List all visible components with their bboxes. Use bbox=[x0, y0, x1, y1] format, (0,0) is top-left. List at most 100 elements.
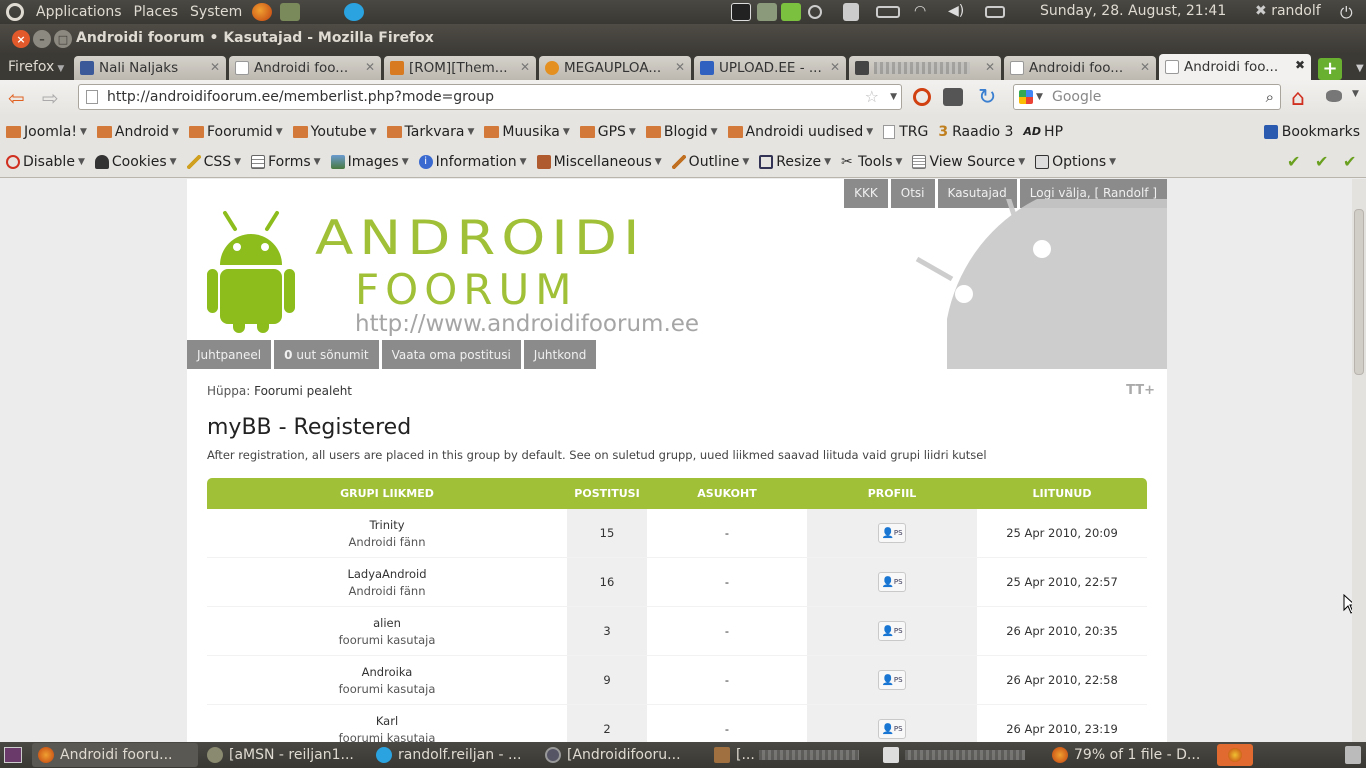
col-members[interactable]: GRUPI LIIKMED bbox=[207, 487, 567, 500]
dev-images-menu[interactable]: Images ▼ bbox=[325, 154, 413, 170]
android-icon[interactable] bbox=[943, 88, 963, 106]
close-tab-icon[interactable]: ✖ bbox=[1295, 58, 1305, 72]
url-bar[interactable]: http://androidifoorum.ee/memberlist.php?… bbox=[78, 84, 902, 110]
send-pm-button[interactable]: 👤 PS bbox=[878, 670, 906, 690]
own-posts-link[interactable]: Vaata oma postitusi bbox=[381, 340, 521, 369]
close-tab-icon[interactable]: ✕ bbox=[520, 60, 530, 74]
volume-icon[interactable]: ◀) bbox=[948, 3, 968, 21]
bookmark-folder-joomla[interactable]: Joomla! ▼ bbox=[0, 124, 91, 140]
home-icon[interactable]: ⌂ bbox=[1291, 86, 1305, 111]
tab-blurred[interactable]: ✕ bbox=[849, 56, 1001, 80]
envelope-icon[interactable] bbox=[985, 6, 1005, 18]
bookmark-raadio-3[interactable]: 3 Raadio 3 bbox=[932, 124, 1017, 140]
maximize-window-icon[interactable]: □ bbox=[54, 30, 72, 48]
send-pm-button[interactable]: 👤 PS bbox=[878, 572, 906, 592]
app-launcher-icon[interactable] bbox=[280, 3, 301, 21]
reload-icon[interactable]: ↻ bbox=[978, 85, 996, 110]
dev-disable-menu[interactable]: Disable ▼ bbox=[0, 154, 89, 170]
task-firefox[interactable]: Androidi fooru... bbox=[32, 743, 198, 767]
bookmark-folder-gps[interactable]: GPS ▼ bbox=[574, 124, 640, 140]
tab-megaupload[interactable]: MEGAUPLOA... ✕ bbox=[539, 56, 691, 80]
mail-icon[interactable] bbox=[731, 3, 751, 21]
clock[interactable]: Sunday, 28. August, 21:41 bbox=[1040, 3, 1226, 19]
search-box[interactable]: ▼ Google ⌕ bbox=[1013, 84, 1281, 110]
dev-outline-menu[interactable]: Outline ▼ bbox=[666, 154, 754, 170]
search-engine-dropdown-icon[interactable]: ▼ bbox=[1036, 85, 1043, 109]
firefox-workspace-button[interactable] bbox=[1217, 744, 1253, 766]
scrollbar-thumb[interactable] bbox=[1354, 209, 1364, 375]
col-posts[interactable]: POSTITUSI bbox=[567, 478, 647, 509]
task-blurred[interactable] bbox=[877, 743, 1043, 767]
close-tab-icon[interactable]: ✕ bbox=[985, 60, 995, 74]
dev-miscellaneous-menu[interactable]: Miscellaneous ▼ bbox=[531, 154, 666, 170]
bookmark-folder-youtube[interactable]: Youtube ▼ bbox=[287, 124, 381, 140]
validate-js-check-icon[interactable]: ✔ bbox=[1343, 152, 1356, 171]
firefox-menu-button[interactable]: Firefox ▼ bbox=[0, 56, 74, 80]
close-tab-icon[interactable]: ✕ bbox=[675, 60, 685, 74]
url-dropdown-icon[interactable]: ▼ bbox=[890, 85, 897, 109]
close-tab-icon[interactable]: ✕ bbox=[365, 60, 375, 74]
google-icon[interactable] bbox=[1019, 90, 1033, 104]
task-amsn[interactable]: [aMSN - reiljan1... bbox=[201, 743, 367, 767]
update-icon[interactable] bbox=[781, 3, 801, 21]
window-titlebar[interactable]: × – □ Androidi foorum • Kasutajad - Mozi… bbox=[0, 24, 1366, 54]
dev-resize-menu[interactable]: Resize ▼ bbox=[753, 154, 835, 170]
search-icon[interactable]: ⌕ bbox=[1266, 85, 1274, 109]
minimize-window-icon[interactable]: – bbox=[33, 30, 51, 48]
font-size-toggle-icon[interactable]: TT+ bbox=[1126, 383, 1155, 398]
show-desktop-icon[interactable] bbox=[4, 747, 22, 763]
firefox-launcher-icon[interactable] bbox=[252, 3, 273, 21]
vertical-scrollbar[interactable] bbox=[1352, 179, 1366, 742]
bookmark-folder-blogid[interactable]: Blogid ▼ bbox=[640, 124, 722, 140]
tab-upload-ee[interactable]: UPLOAD.EE - ... ✕ bbox=[694, 56, 846, 80]
tab-androidi-active[interactable]: Androidi foo... ✖ bbox=[1159, 54, 1311, 80]
dev-cookies-menu[interactable]: Cookies ▼ bbox=[89, 154, 181, 170]
sync-icon[interactable] bbox=[808, 5, 822, 19]
places-menu[interactable]: Places bbox=[128, 4, 185, 20]
dev-information-menu[interactable]: i Information ▼ bbox=[413, 154, 531, 170]
star-icon[interactable]: ☆ bbox=[865, 85, 879, 109]
skype-launcher-icon[interactable] bbox=[344, 3, 365, 21]
wifi-icon[interactable]: ◠ bbox=[914, 3, 934, 21]
bookmark-folder-foorumid[interactable]: Foorumid ▼ bbox=[183, 124, 287, 140]
dev-css-menu[interactable]: CSS ▼ bbox=[181, 154, 245, 170]
dev-forms-menu[interactable]: Forms ▼ bbox=[245, 154, 324, 170]
tab-list-icon[interactable]: ▼ bbox=[1356, 63, 1364, 74]
trash-icon[interactable] bbox=[1345, 746, 1361, 764]
tab-rom-themes[interactable]: [ROM][Them... ✕ bbox=[384, 56, 536, 80]
task-skype[interactable]: randolf.reiljan - ... bbox=[370, 743, 536, 767]
addon-dropdown-icon[interactable]: ▼ bbox=[1352, 89, 1359, 99]
bookmark-trg[interactable]: TRG bbox=[877, 124, 932, 140]
applications-menu[interactable]: Applications bbox=[30, 4, 128, 20]
dev-view-source-menu[interactable]: View Source ▼ bbox=[906, 154, 1029, 170]
member-name-link[interactable]: Trinity bbox=[207, 518, 567, 532]
addon-icon[interactable] bbox=[1326, 90, 1342, 102]
bookmark-folder-muusika[interactable]: Muusika ▼ bbox=[478, 124, 573, 140]
forward-arrow-icon[interactable]: ⇨ bbox=[42, 86, 59, 110]
team-link[interactable]: Juhtkond bbox=[523, 340, 597, 369]
control-panel-link[interactable]: Juhtpaneel bbox=[187, 340, 272, 369]
tab-nali-naljaks[interactable]: Nali Naljaks ✕ bbox=[74, 56, 226, 80]
power-icon[interactable]: ⏻ bbox=[1340, 3, 1360, 22]
validate-css-check-icon[interactable]: ✔ bbox=[1287, 152, 1300, 171]
member-name-link[interactable]: Karl bbox=[207, 714, 567, 728]
send-pm-button[interactable]: 👤 PS bbox=[878, 621, 906, 641]
adblock-icon[interactable] bbox=[913, 88, 931, 106]
task-folder[interactable]: [... bbox=[708, 743, 874, 767]
jump-link[interactable]: Foorumi pealeht bbox=[254, 384, 352, 398]
close-tab-icon[interactable]: ✕ bbox=[830, 60, 840, 74]
validate-html-check-icon[interactable]: ✔ bbox=[1315, 152, 1328, 171]
col-location[interactable]: ASUKOHT bbox=[647, 487, 807, 500]
dev-tools-menu[interactable]: ✂ Tools ▼ bbox=[835, 154, 906, 170]
member-name-link[interactable]: LadyaAndroid bbox=[207, 567, 567, 581]
messenger-icon[interactable] bbox=[757, 3, 777, 21]
dropbox-icon[interactable] bbox=[843, 3, 859, 21]
close-tab-icon[interactable]: ✕ bbox=[1140, 60, 1150, 74]
bookmark-folder-tarkvara[interactable]: Tarkvara ▼ bbox=[381, 124, 479, 140]
bookmarks-menu-button[interactable]: Bookmarks bbox=[1258, 124, 1366, 140]
back-arrow-icon[interactable]: ⇦ bbox=[8, 86, 25, 110]
new-messages-link[interactable]: 0 uut sõnumit bbox=[274, 340, 379, 369]
col-joined[interactable]: LIITUNUD bbox=[977, 487, 1147, 500]
battery-icon[interactable] bbox=[876, 6, 900, 18]
ubuntu-logo-icon[interactable] bbox=[6, 3, 24, 21]
